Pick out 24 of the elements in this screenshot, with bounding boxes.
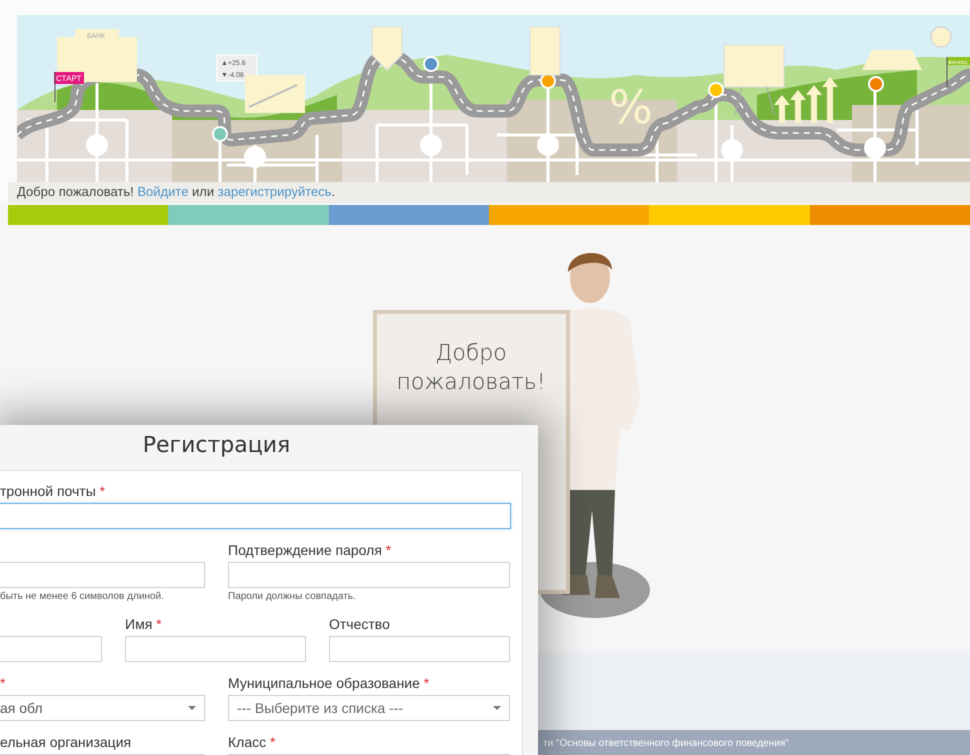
- input-field[interactable]: [0, 562, 205, 588]
- select-field[interactable]: --- Выберите из списка ---: [228, 695, 510, 721]
- flag-label: СТАРТ: [56, 74, 82, 83]
- input-field[interactable]: [228, 562, 510, 588]
- caret-icon: [188, 706, 196, 710]
- input-field[interactable]: [125, 636, 306, 662]
- field-label: тронной почты *: [0, 483, 106, 499]
- input-field[interactable]: [0, 636, 102, 662]
- percent-sign: %: [609, 80, 653, 134]
- field-label: Имя *: [125, 616, 162, 632]
- input-field[interactable]: [329, 636, 510, 662]
- hint-text: быть не менее 6 символов длиной.: [0, 591, 165, 603]
- dialog-title: Регистрация: [142, 432, 292, 460]
- field-label: *: [0, 675, 6, 691]
- hint-text: Пароли должны совпадать.: [228, 591, 357, 603]
- footer-text: ти "Основы ответственного финансового поведения": [543, 738, 789, 749]
- caret-icon: [493, 706, 501, 710]
- field-label: Класс *: [228, 734, 276, 750]
- field-label: ельная организация: [0, 734, 132, 750]
- welcome-text: Добро пожаловать! Войдите или зарегистрируйтесь.: [8, 182, 970, 203]
- input-field[interactable]: [0, 503, 511, 529]
- select-field[interactable]: ая обл: [0, 695, 205, 721]
- field-label: Муниципальное образование *: [228, 675, 430, 691]
- field-label: Отчество: [329, 616, 390, 632]
